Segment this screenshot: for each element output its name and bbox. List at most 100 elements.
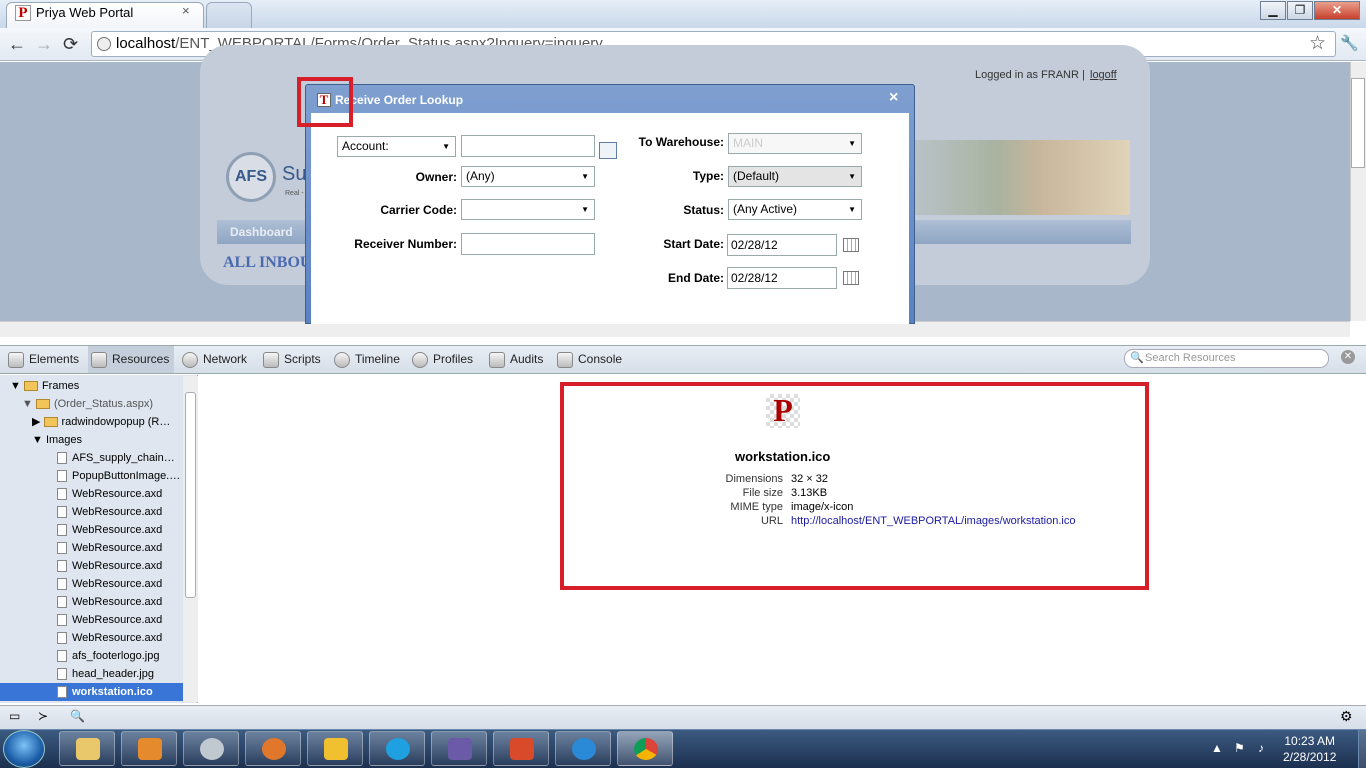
tab-title: Priya Web Portal xyxy=(36,5,134,20)
tree-file[interactable]: WebResource.axd xyxy=(57,593,162,611)
tab-timeline[interactable]: Timeline xyxy=(334,352,400,368)
tab-scripts[interactable]: Scripts xyxy=(263,352,321,368)
new-tab-button[interactable] xyxy=(206,2,252,28)
tree-file[interactable]: WebResource.axd xyxy=(57,629,162,647)
tab-network[interactable]: Network xyxy=(182,352,247,368)
tree-file[interactable]: WebResource.axd xyxy=(57,485,162,503)
tree-item-images[interactable]: ▼ Images xyxy=(32,431,82,449)
show-desktop-button[interactable] xyxy=(1358,730,1366,768)
logo-subtext: Real - xyxy=(285,190,304,197)
tray-expand-icon[interactable]: ▲ xyxy=(1211,741,1223,755)
taskbar-chrome[interactable] xyxy=(617,731,673,766)
tab-profiles[interactable]: Profiles xyxy=(412,352,473,368)
forward-button[interactable]: → xyxy=(35,34,53,55)
tree-file[interactable]: WebResource.axd xyxy=(57,557,162,575)
tree-file[interactable]: AFS_supply_chain… xyxy=(57,449,175,467)
tree-file[interactable]: PopupButtonImage.… xyxy=(57,467,180,485)
taskbar-explorer[interactable] xyxy=(59,731,115,766)
reload-button[interactable]: ⟳ xyxy=(63,34,78,55)
chevron-down-icon: ▼ xyxy=(581,172,589,181)
back-button[interactable]: ← xyxy=(8,34,26,55)
system-clock[interactable]: 10:23 AM 2/28/2012 xyxy=(1283,733,1336,765)
tree-file-selected[interactable]: workstation.ico xyxy=(57,683,153,701)
search-resources-input[interactable]: Search Resources xyxy=(1124,349,1329,368)
inspect-search-icon[interactable]: 🔍 xyxy=(70,709,85,723)
taskbar-app-3[interactable] xyxy=(183,731,239,766)
taskbar-visual-studio[interactable] xyxy=(431,731,487,766)
account-input[interactable] xyxy=(461,135,595,157)
tree-file[interactable]: WebResource.axd xyxy=(57,521,162,539)
tree-item-radwindow[interactable]: ▶ radwindowpopup (R… xyxy=(32,413,170,431)
skype-icon xyxy=(386,738,410,760)
portal-favicon-icon: P xyxy=(15,5,31,21)
tree-file[interactable]: WebResource.axd xyxy=(57,575,162,593)
header-banner-image xyxy=(910,140,1130,215)
maximize-button[interactable]: ❐ xyxy=(1287,1,1313,20)
to-warehouse-label: To Warehouse: xyxy=(638,135,724,149)
tree-file[interactable]: head_header.jpg xyxy=(57,665,154,683)
type-select[interactable]: (Default) ▼ xyxy=(728,166,862,187)
tree-label: (Order_Status.aspx) xyxy=(53,398,153,410)
bookmark-star-icon[interactable]: ☆ xyxy=(1309,32,1326,55)
taskbar-internet-explorer[interactable] xyxy=(555,731,611,766)
taskbar-app-8[interactable] xyxy=(493,731,549,766)
action-center-icon[interactable]: ⚑ xyxy=(1234,741,1245,755)
logoff-link[interactable]: logoff xyxy=(1090,69,1117,81)
tree-file-label: WebResource.axd xyxy=(72,488,163,500)
start-button[interactable] xyxy=(3,730,45,768)
account-select[interactable]: Account: ▼ xyxy=(337,136,456,157)
page-scroll-thumb[interactable] xyxy=(1351,78,1365,168)
chevron-down-icon: ▼ xyxy=(848,172,856,181)
tree-item-frames[interactable]: ▼ Frames xyxy=(10,377,79,395)
settings-gear-icon[interactable]: ⚙ xyxy=(1340,708,1353,725)
tab-audits[interactable]: Audits xyxy=(489,352,543,368)
owner-select[interactable]: (Any) ▼ xyxy=(461,166,595,187)
start-date-input[interactable]: 02/28/12 xyxy=(727,234,837,256)
dimensions-value: 32 × 32 xyxy=(791,473,829,485)
end-date-calendar-icon[interactable] xyxy=(843,271,859,285)
tab-close-icon[interactable]: × xyxy=(182,3,190,18)
file-icon xyxy=(57,668,67,681)
taskbar-firefox[interactable] xyxy=(245,731,301,766)
tree-file[interactable]: WebResource.axd xyxy=(57,539,162,557)
taskbar-outlook[interactable] xyxy=(307,731,363,766)
volume-icon[interactable]: ♪ xyxy=(1258,741,1264,755)
account-lookup-button[interactable] xyxy=(599,142,617,159)
file-icon xyxy=(57,470,67,483)
console-drawer-icon[interactable]: ≻ xyxy=(38,709,48,723)
clear-icon[interactable]: ✕ xyxy=(1341,350,1355,364)
page-info-icon[interactable] xyxy=(97,37,111,51)
tree-file[interactable]: WebResource.axd xyxy=(57,611,162,629)
dialog-close-icon[interactable]: × xyxy=(889,89,898,107)
nav-dashboard-link[interactable]: Dashboard xyxy=(230,225,293,239)
tree-file-label: AFS_supply_chain… xyxy=(72,452,175,464)
dock-icon[interactable]: ▭ xyxy=(9,709,20,723)
status-select[interactable]: (Any Active) ▼ xyxy=(728,199,862,220)
carrier-code-select[interactable]: ▼ xyxy=(461,199,595,220)
tree-label: Images xyxy=(45,434,83,446)
file-icon xyxy=(57,542,67,555)
folder-icon xyxy=(23,381,38,392)
tree-file[interactable]: afs_footerlogo.jpg xyxy=(57,647,159,665)
taskbar-media-player[interactable] xyxy=(121,731,177,766)
tab-profiles-label: Profiles xyxy=(433,352,474,367)
tab-console[interactable]: Console xyxy=(557,352,622,368)
tree-item-order-status[interactable]: ▼ (Order_Status.aspx) xyxy=(22,395,153,413)
tab-resources-label: Resources xyxy=(112,352,170,367)
taskbar-skype[interactable] xyxy=(369,731,425,766)
receiver-number-input[interactable] xyxy=(461,233,595,255)
media-icon xyxy=(138,738,162,760)
url-host: localhost xyxy=(116,35,176,52)
end-date-input[interactable]: 02/28/12 xyxy=(727,267,837,289)
tab-elements[interactable]: Elements xyxy=(8,352,79,368)
console-icon xyxy=(557,352,573,368)
resource-url-link[interactable]: http://localhost/ENT_WEBPORTAL/images/wo… xyxy=(791,515,1075,527)
minimize-button[interactable]: ▁ xyxy=(1260,1,1286,20)
to-warehouse-select[interactable]: MAIN ▼ xyxy=(728,133,862,154)
tree-file[interactable]: WebResource.axd xyxy=(57,503,162,521)
sidebar-scroll-thumb[interactable] xyxy=(185,392,196,598)
window-close-button[interactable]: ✕ xyxy=(1314,1,1360,20)
tab-resources[interactable]: Resources xyxy=(91,352,169,368)
wrench-menu-icon[interactable]: 🔧 xyxy=(1340,34,1359,52)
start-date-calendar-icon[interactable] xyxy=(843,238,859,252)
